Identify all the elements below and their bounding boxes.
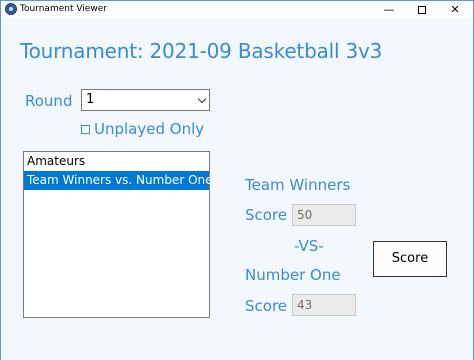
team-one-score-field: 50: [292, 204, 356, 226]
round-label: Round: [25, 92, 73, 110]
team-one-name: Team Winners: [245, 176, 351, 194]
round-selected-value: 1: [86, 92, 95, 107]
app-window: Tournament Viewer — ✕ Tournament: 2021-0…: [0, 0, 474, 360]
matchup-listbox[interactable]: Amateurs Team Winners vs. Number One: [23, 151, 213, 318]
team-two-name: Number One: [245, 266, 341, 284]
round-dropdown[interactable]: 1: [81, 89, 210, 111]
team-two-score-field: 43: [292, 294, 356, 316]
versus-label: -VS-: [294, 237, 324, 255]
close-button[interactable]: ✕: [440, 1, 470, 18]
maximize-button[interactable]: [407, 1, 437, 18]
chevron-down-icon: [197, 94, 207, 104]
team-two-score-label: Score: [245, 297, 288, 315]
unplayed-only-checkbox[interactable]: [81, 125, 90, 134]
list-item[interactable]: Amateurs: [24, 152, 209, 171]
list-item-selected[interactable]: Team Winners vs. Number One: [24, 171, 213, 190]
window-title: Tournament Viewer: [20, 4, 107, 14]
team-one-score-label: Score: [245, 206, 288, 224]
score-button[interactable]: Score: [373, 241, 447, 277]
maximize-icon: [418, 6, 426, 14]
unplayed-only-label[interactable]: Unplayed Only: [94, 120, 204, 138]
minimize-button[interactable]: —: [374, 1, 404, 18]
title-bar[interactable]: Tournament Viewer — ✕: [1, 1, 473, 18]
app-icon: [5, 3, 17, 15]
client-area: Tournament: 2021-09 Basketball 3v3 Round…: [1, 18, 473, 360]
page-title: Tournament: 2021-09 Basketball 3v3: [20, 39, 383, 63]
